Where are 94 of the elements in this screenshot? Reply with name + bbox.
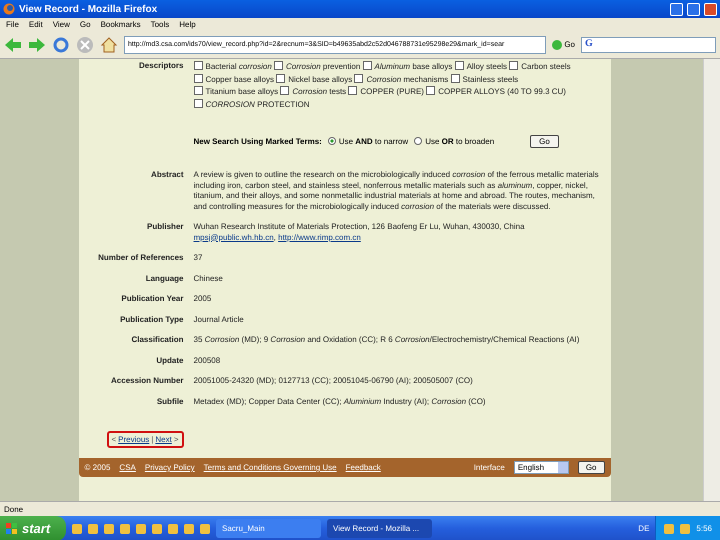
descriptor-term: COPPER ALLOYS (40 TO 99.3 CU) [438,87,566,96]
checkbox[interactable] [450,74,460,82]
checkbox[interactable] [280,86,290,95]
checkbox[interactable] [194,61,202,70]
checkbox[interactable] [194,86,202,95]
menu-item[interactable]: Edit [28,20,43,29]
search-label: New Search Using Marked Terms: [194,137,322,146]
maximize-button[interactable] [687,2,700,16]
checkbox[interactable] [362,61,372,70]
descriptor-term: COPPER (PURE) [360,87,424,96]
checkbox[interactable] [348,86,358,95]
checkbox[interactable] [276,74,286,82]
field-value: Chinese [194,274,224,284]
checkbox[interactable] [354,74,364,82]
menu-item[interactable]: Help [179,20,196,29]
field-value: 37 [194,253,204,264]
windows-logo-icon [6,522,18,534]
field-label: Number of References [97,253,184,264]
home-icon[interactable] [100,36,118,54]
field-label: Language [144,274,184,284]
descriptor-term: Corrosion prevention [286,62,360,71]
checkbox[interactable] [274,61,283,70]
descriptor-term: Alloy steels [466,62,508,71]
checkbox[interactable] [194,98,202,108]
field-label: Publication Type [119,314,184,325]
link[interactable]: http://www.rimp.com.cn [278,232,361,242]
close-button[interactable] [704,2,717,16]
field-label: Abstract [150,170,184,181]
descriptor-term: Corrosion tests [292,87,346,96]
field-value: 35 Corrosion (MD); 9 Corrosion and Oxidation (CC); R 6 Corrosion/Electrochemistry/Chemical Reactions (AI) [194,335,580,346]
field-value: Wuhan Research Institute of Materials Protection, 126 Baofeng Er Lu, Wuhan, 430030, China [194,222,526,232]
copyright-text: © 2005 [84,463,110,472]
radio-button[interactable] [328,137,336,145]
radio-label: Use AND to narrow [338,137,408,146]
footer-link[interactable]: Feedback [346,463,381,472]
checkbox[interactable] [509,61,518,70]
taskbar-button[interactable]: View Record - Mozilla ... [327,519,432,538]
menu-item[interactable]: Go [80,20,91,29]
clock: 5:56 [696,524,712,533]
footer-link[interactable]: Privacy Policy [144,463,195,472]
link[interactable]: mpsj@public.wh.hb.cn [194,232,274,242]
language-select[interactable]: English [514,461,569,474]
field-value: 20051005-24320 (MD); 0127713 (CC); 20051045-06790 (AI); 200505007 (CO) [194,376,474,386]
status-text: Done [4,504,24,514]
next-link[interactable]: Next [155,435,172,444]
previous-link[interactable]: Previous [118,435,150,444]
separator: , [274,232,276,242]
descriptor-term: CORROSION PROTECTION [206,100,310,108]
go-button[interactable]: Go [578,461,604,474]
go-button[interactable]: Go [530,135,559,148]
descriptor-term: Stainless steels [462,74,518,84]
menu-item[interactable]: File [6,20,19,29]
radio-label: Use OR to broaden [425,137,494,146]
field-label: Publication Year [120,294,184,304]
descriptor-term: Bacterial corrosion [206,62,272,71]
descriptor-term: Corrosion mechanisms [366,74,448,84]
checkbox[interactable] [454,61,464,70]
taskbar-button[interactable]: Sacru_Main [216,519,321,538]
descriptor-term: Copper base alloys [206,74,274,84]
menu-item[interactable]: Bookmarks [100,20,141,29]
field-label: Descriptors [138,61,184,72]
footer-link[interactable]: CSA [119,463,136,472]
reload-icon[interactable] [52,36,70,54]
descriptor-term: Titanium base alloys [206,87,278,96]
field-label: Classification [130,335,184,346]
field-value: 2005 [194,294,212,304]
field-label: Update [155,356,184,366]
footer-link[interactable]: Terms and Conditions Governing Use [204,463,337,472]
previous-arrow: < [112,435,116,444]
radio-button[interactable] [414,137,422,145]
separator: | [151,435,154,444]
go-button[interactable]: Go [552,40,575,50]
field-label: Accession Number [110,376,184,386]
minimize-button[interactable] [670,2,683,16]
descriptor-term: Aluminum base alloys [374,62,452,71]
checkbox[interactable] [426,86,436,95]
language-indicator: DE [638,524,650,533]
field-label: Subfile [156,396,184,407]
scrollbar[interactable] [703,59,720,501]
window-title: View Record - Mozilla Firefox [19,4,158,14]
field-label: Publisher [146,222,184,233]
interface-label: Interface [474,463,505,472]
next-arrow: > [174,435,178,444]
field-value: Metadex (MD); Copper Data Center (CC); Aluminium Industry (AI); Corrosion (CO) [194,396,487,407]
menu-item[interactable]: Tools [150,20,170,29]
menu-item[interactable]: View [52,20,70,29]
field-value: Journal Article [194,314,245,325]
descriptor-term: Carbon steels [521,62,571,71]
checkbox[interactable] [194,74,202,82]
field-value: 200508 [194,356,222,366]
field-value: A review is given to outline the research on the microbiologically induced corrosion of the ferrous metallic materials including iron, carbon steel, and stainless steel, nonferrous metallic materials such as aluminum, copper, nickel, titanium, and their alloys, and some nonmetallic industrial materials at home and abroad. The routes, mechanism, and controlling measures for the microbiologically induced corrosion of the materials were discussed. [194,170,600,212]
search-field[interactable]: G [581,36,716,52]
firefox-logo-icon [3,3,15,15]
descriptor-term: Nickel base alloys [288,74,352,84]
